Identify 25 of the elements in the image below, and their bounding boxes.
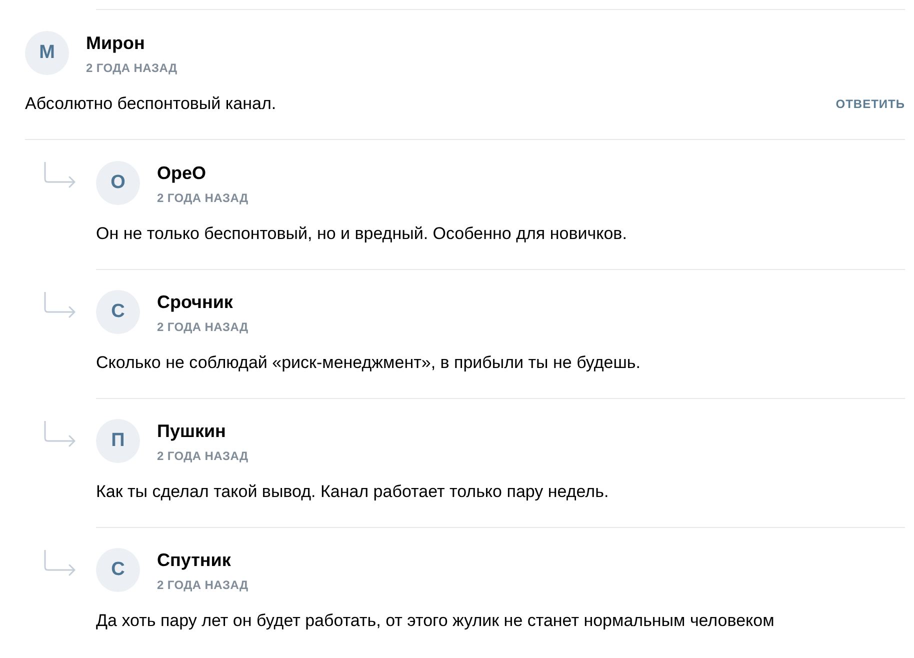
reply-button[interactable]: ОТВЕТИТЬ [836,96,905,112]
comment-author: ОреО [157,162,208,184]
comment-time: 2 ГОДА НАЗАД [157,448,248,464]
reply-arrow-icon [44,421,76,447]
comment-time: 2 ГОДА НАЗАД [157,577,248,593]
reply-arrow-icon [44,292,76,318]
comment-text: Абсолютно беспонтовый канал. [25,93,276,115]
comment-author: Пушкин [157,420,227,442]
comment-text: Он не только беспонтовый, но и вредный. Особенно для новичков. [96,223,628,245]
comment-text: Сколько не соблюдай «риск-менеджмент», в прибыли ты не будешь. [96,352,642,374]
comment-text: Как ты сделал такой вывод. Канал работает только пару недель. [96,481,610,503]
reply-arrow-icon [44,162,76,188]
comment-time: 2 ГОДА НАЗАД [157,190,248,206]
comment-author: Срочник [157,291,234,313]
avatar: С [96,548,140,592]
avatar: О [96,161,140,205]
comment-author: Спутник [157,549,232,571]
comment-text: Да хоть пару лет он будет работать, от этого жулик не станет нормальным человеком [96,610,776,632]
avatar: С [96,290,140,334]
comment-author: Мирон [86,32,146,54]
comment-time: 2 ГОДА НАЗАД [86,60,178,76]
avatar: П [96,419,140,463]
comment-time: 2 ГОДА НАЗАД [157,319,248,335]
avatar: М [25,31,69,75]
reply-arrow-icon [44,550,76,576]
